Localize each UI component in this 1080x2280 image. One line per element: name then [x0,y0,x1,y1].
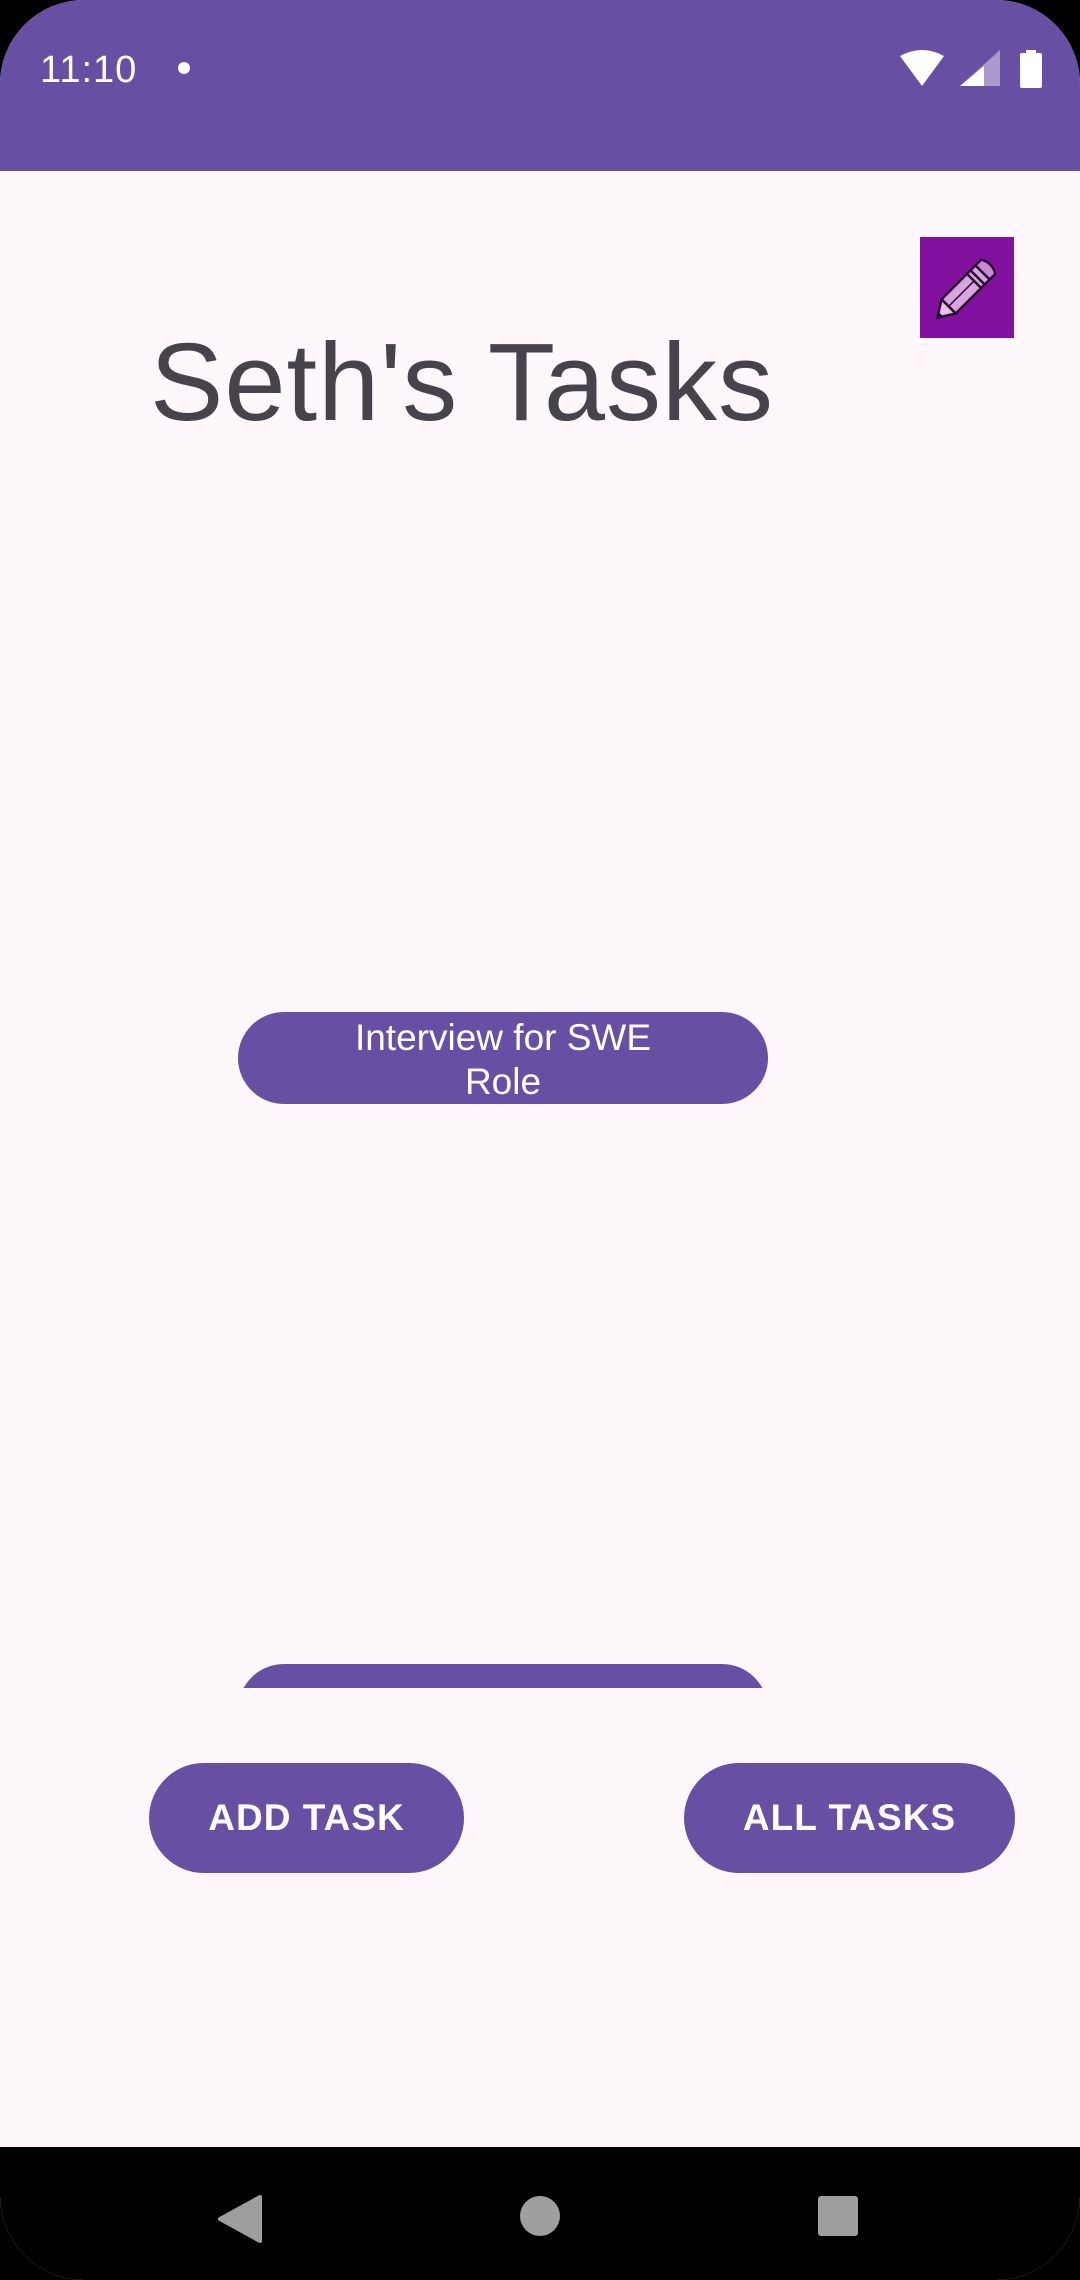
task-item-label: Interview for SWE Role [354,1017,652,1102]
battery-icon [1020,50,1042,88]
app-screen: 11:10 Seth's Tasks Interview for SWE Rol… [0,0,1080,2280]
back-icon[interactable] [218,2195,262,2243]
add-task-button[interactable]: ADD TASK [149,1763,464,1873]
navigation-bar [0,2147,1080,2280]
task-list[interactable]: Interview for SWE Role [238,1012,768,1688]
recents-icon[interactable] [817,2195,859,2237]
all-tasks-button[interactable]: ALL TASKS [684,1763,1015,1873]
notification-dot-icon [178,62,190,74]
task-item[interactable] [238,1664,768,1688]
wifi-icon [900,50,944,86]
task-item[interactable]: Interview for SWE Role [238,1012,768,1104]
home-icon[interactable] [519,2195,561,2237]
status-bar: 11:10 [0,0,1080,171]
pencil-icon [935,257,997,319]
status-time: 11:10 [40,49,138,91]
page-title: Seth's Tasks [150,321,775,444]
edit-button[interactable] [920,237,1014,338]
task-item-label [328,1664,678,1668]
signal-icon [960,50,1000,86]
